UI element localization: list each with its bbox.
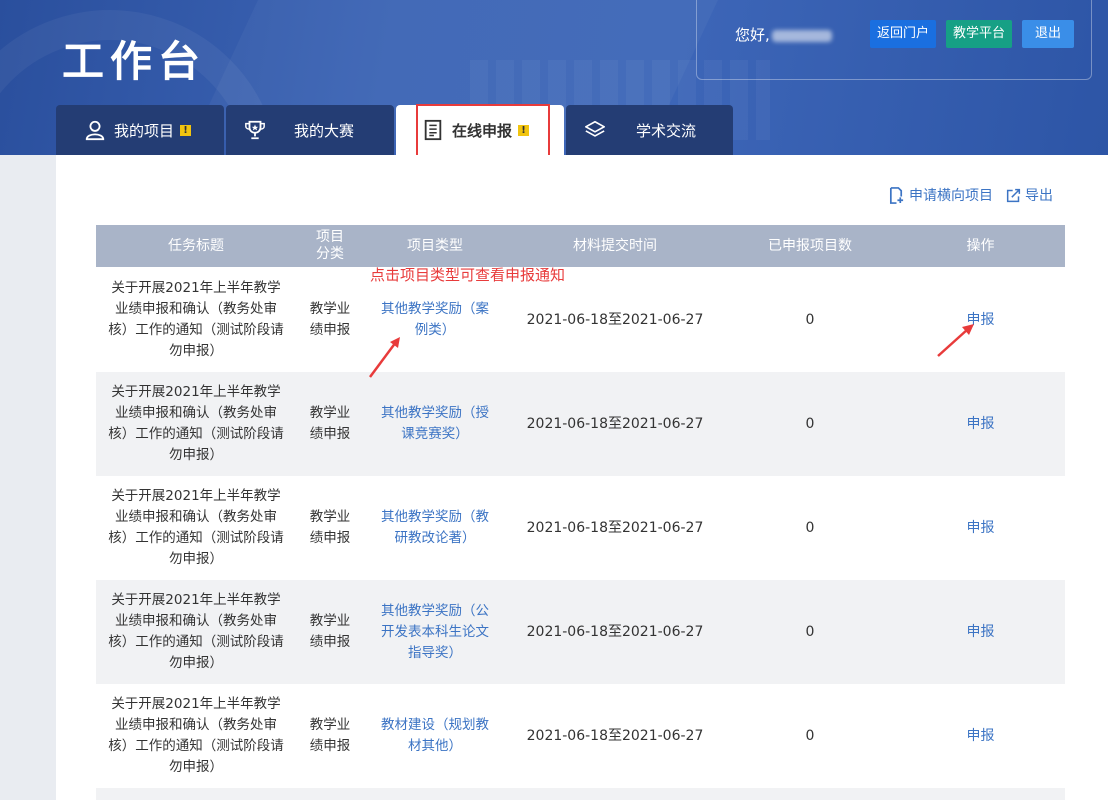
tab-label: 在线申报	[452, 121, 513, 140]
project-type-text: 其他教学奖励（教研教改论著）	[381, 509, 489, 546]
submission-time: 2021-06-18至2021-06-27	[526, 623, 704, 640]
apply-link[interactable]: 申报	[896, 476, 1065, 580]
task-title: 关于开展2021年上半年教学业绩申报和确认（教务处审核）工作的通知（测试阶段请勿…	[108, 280, 284, 359]
category-text: 教学业绩申报	[309, 509, 351, 546]
table-row: 关于开展2021年上半年教学业绩申报和确认（教务处审核）工作的通知（测试阶段请勿…	[96, 268, 1065, 372]
table-row: 关于开展2021年上半年教学业绩申报和确认（教务处审核）工作的通知（测试阶段请勿…	[96, 372, 1065, 476]
alert-badge: !	[180, 124, 192, 136]
column-header-title: 任务标题	[168, 237, 224, 254]
user-greeting: 您好,	[735, 24, 832, 45]
table-row: 关于开展2021年上半年教学业绩申报和确认（教务处审核）工作的通知（测试阶段请勿…	[96, 476, 1065, 580]
user-icon	[85, 120, 105, 141]
task-title-cell: 关于开展2021年上半年教学业绩申报和确认（教务处审核）工作的通知（测试阶段请勿…	[96, 580, 296, 684]
category-text: 教学业绩申报	[309, 717, 351, 754]
export-button[interactable]: 导出	[1006, 185, 1053, 205]
apply-link[interactable]: 申报	[896, 268, 1065, 372]
column-header-operation: 操作	[966, 237, 995, 254]
project-type-text: 其他教学奖励（公开发表本科生论文指导奖）	[381, 602, 489, 661]
export-label: 导出	[1025, 188, 1053, 204]
submission-time: 2021-06-18至2021-06-27	[526, 519, 704, 536]
project-type-link[interactable]: 教材建设（规划教材其他）	[364, 684, 506, 788]
tab-label: 我的大赛	[294, 121, 355, 140]
apply-label: 申请横向项目	[909, 188, 993, 204]
category-cell: 教学业绩申报	[296, 580, 364, 684]
category-cell: 教学业绩申报	[296, 684, 364, 788]
alert-badge: !	[518, 124, 530, 136]
document-icon	[424, 119, 442, 141]
task-title: 关于开展2021年上半年教学业绩申报和确认（教务处审核）工作的通知（测试阶段请勿…	[108, 384, 284, 463]
layers-icon	[585, 120, 605, 137]
task-title-cell: 关于开展2021年上半年教学业绩申报和确认（教务处审核）工作的通知（测试阶段请勿…	[96, 372, 296, 476]
table-header: 任务标题 项目分类 项目类型 材料提交时间 已申报项目数 操作	[96, 225, 1065, 267]
trophy-icon	[245, 120, 265, 140]
category-cell: 教学业绩申报	[296, 372, 364, 476]
tab-online-application[interactable]: 在线申报 !	[396, 105, 564, 155]
add-file-icon	[889, 186, 904, 204]
category-cell: 教学业绩申报	[296, 268, 364, 372]
project-type-text: 其他教学奖励（案例类）	[381, 301, 489, 338]
table-row	[96, 788, 1065, 800]
apply-link[interactable]: 申报	[896, 580, 1065, 684]
tab-academic-exchange[interactable]: 学术交流	[566, 105, 733, 155]
page-title: 工作台	[62, 37, 207, 86]
application-count: 0	[805, 727, 815, 744]
submission-time: 2021-06-18至2021-06-27	[526, 727, 704, 744]
tab-label: 学术交流	[636, 121, 697, 140]
category-text: 教学业绩申报	[309, 613, 351, 650]
logout-button[interactable]: 退出	[1022, 20, 1074, 48]
teaching-platform-button[interactable]: 教学平台	[946, 20, 1013, 48]
project-type-link[interactable]: 其他教学奖励（授课竞赛奖）	[364, 372, 506, 476]
greeting-text: 您好,	[735, 26, 770, 44]
application-count: 0	[805, 311, 815, 328]
apply-link[interactable]: 申报	[896, 684, 1065, 788]
column-header-category: 项目分类	[296, 225, 364, 267]
column-header-time: 材料提交时间	[573, 237, 657, 254]
tab-label: 我的项目	[114, 121, 175, 140]
column-header-category-label: 项目分类	[316, 229, 344, 262]
blurred-username	[771, 29, 832, 42]
task-title-cell: 关于开展2021年上半年教学业绩申报和确认（教务处审核）工作的通知（测试阶段请勿…	[96, 684, 296, 788]
tab-my-competitions[interactable]: 我的大赛	[226, 105, 394, 155]
table-row: 关于开展2021年上半年教学业绩申报和确认（教务处审核）工作的通知（测试阶段请勿…	[96, 684, 1065, 788]
task-title-cell: 关于开展2021年上半年教学业绩申报和确认（教务处审核）工作的通知（测试阶段请勿…	[96, 476, 296, 580]
project-type-text: 其他教学奖励（授课竞赛奖）	[381, 405, 489, 442]
task-title: 关于开展2021年上半年教学业绩申报和确认（教务处审核）工作的通知（测试阶段请勿…	[108, 488, 284, 567]
export-icon	[1006, 188, 1021, 202]
apply-horizontal-project-button[interactable]: 申请横向项目	[888, 185, 993, 205]
application-count: 0	[805, 623, 815, 640]
return-portal-button[interactable]: 返回门户	[870, 20, 937, 48]
project-type-link[interactable]: 其他教学奖励（公开发表本科生论文指导奖）	[364, 580, 506, 684]
application-count: 0	[805, 519, 815, 536]
task-title: 关于开展2021年上半年教学业绩申报和确认（教务处审核）工作的通知（测试阶段请勿…	[108, 592, 284, 671]
submission-time: 2021-06-18至2021-06-27	[526, 415, 704, 432]
category-text: 教学业绩申报	[309, 405, 351, 442]
column-header-type: 项目类型	[407, 237, 463, 254]
apply-link[interactable]: 申报	[896, 372, 1065, 476]
project-type-text: 教材建设（规划教材其他）	[381, 717, 489, 754]
task-title: 关于开展2021年上半年教学业绩申报和确认（教务处审核）工作的通知（测试阶段请勿…	[108, 696, 284, 775]
tab-my-projects[interactable]: 我的项目 !	[56, 105, 224, 155]
project-type-link[interactable]: 其他教学奖励（教研教改论著）	[364, 476, 506, 580]
category-cell: 教学业绩申报	[296, 476, 364, 580]
annotation-text: 点击项目类型可查看申报通知	[370, 266, 566, 284]
category-text: 教学业绩申报	[309, 301, 351, 338]
column-header-count: 已申报项目数	[768, 237, 852, 254]
task-title-cell: 关于开展2021年上半年教学业绩申报和确认（教务处审核）工作的通知（测试阶段请勿…	[96, 268, 296, 372]
table-row: 关于开展2021年上半年教学业绩申报和确认（教务处审核）工作的通知（测试阶段请勿…	[96, 580, 1065, 684]
application-count: 0	[805, 415, 815, 432]
